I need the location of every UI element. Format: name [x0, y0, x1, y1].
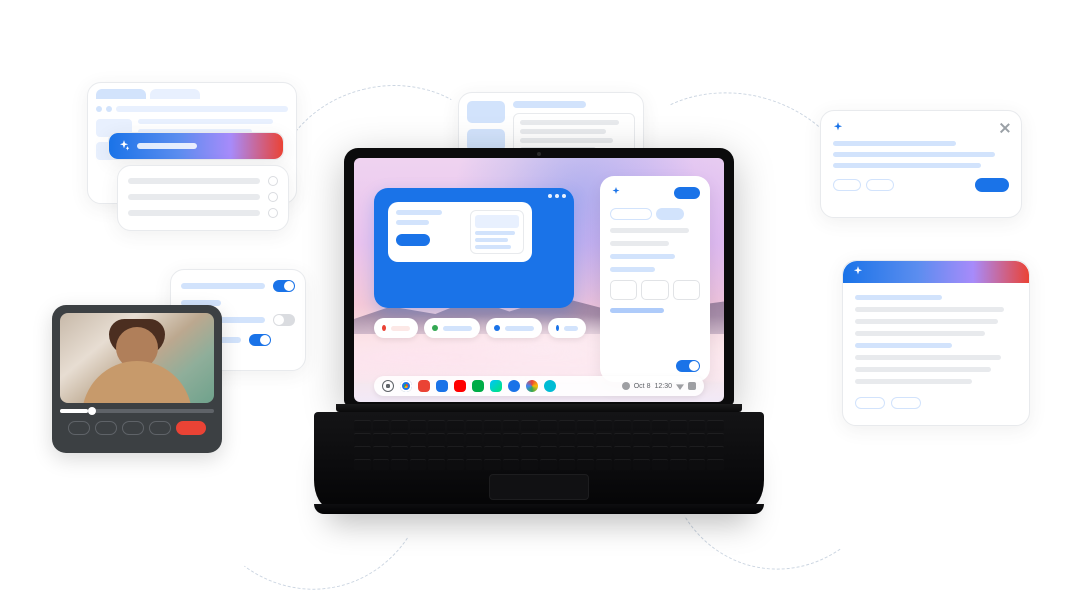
onscreen-app-window[interactable]: [374, 188, 574, 308]
panel-chip[interactable]: [656, 208, 684, 220]
toggle-label: [181, 283, 265, 289]
sparkle-icon: [610, 186, 624, 200]
toggle-switch[interactable]: [273, 280, 295, 292]
taskbar-app-launcher[interactable]: [382, 380, 394, 392]
sparkle-icon: [117, 139, 131, 153]
system-tray[interactable]: Oct 8 12:30: [622, 382, 696, 390]
toggle-switch[interactable]: [273, 314, 295, 326]
detail-chip[interactable]: [891, 397, 921, 409]
taskbar-app-meet[interactable]: [472, 380, 484, 392]
browser-address-bar[interactable]: [96, 105, 288, 113]
ai-detail-card: [842, 260, 1030, 426]
option-label: [128, 194, 260, 200]
laptop-screen: Oct 8 12:30: [354, 158, 724, 402]
taskbar-app-chrome[interactable]: [400, 380, 412, 392]
taskbar-app-play[interactable]: [490, 380, 502, 392]
taskbar-app-youtube[interactable]: [454, 380, 466, 392]
tray-date: Oct 8: [634, 383, 651, 390]
onscreen-suggestion-row: [374, 318, 586, 338]
taskbar-apps: [382, 380, 556, 392]
video-progress-bar[interactable]: [60, 409, 214, 413]
sparkle-icon: [851, 265, 865, 279]
options-card: [117, 165, 289, 231]
laptop-keyboard: [354, 420, 724, 470]
suggestion-chip[interactable]: [424, 318, 480, 338]
browser-tabs: [94, 89, 290, 105]
page-thumbnail[interactable]: [467, 101, 505, 123]
settings-icon[interactable]: [622, 382, 630, 390]
ai-toast-text: [137, 143, 197, 149]
suggestion-cta-button[interactable]: [975, 178, 1009, 192]
panel-chip[interactable]: [610, 208, 652, 220]
mic-button[interactable]: [68, 421, 90, 435]
panel-card[interactable]: [641, 280, 668, 300]
end-call-button[interactable]: [176, 421, 206, 435]
toggle-switch[interactable]: [249, 334, 271, 346]
radio-option[interactable]: [268, 192, 278, 202]
laptop-trackpad: [489, 474, 589, 500]
browser-tab[interactable]: [150, 89, 200, 99]
sparkle-icon: [831, 121, 845, 135]
wifi-icon[interactable]: [676, 382, 684, 390]
ai-toast-banner[interactable]: [108, 132, 284, 160]
detail-chip[interactable]: [855, 397, 885, 409]
suggestion-chip[interactable]: [374, 318, 418, 338]
taskbar-app-gmail[interactable]: [418, 380, 430, 392]
taskbar-app-files[interactable]: [436, 380, 448, 392]
video-call-window: [52, 305, 222, 453]
window-controls[interactable]: [548, 194, 566, 198]
close-icon[interactable]: [999, 122, 1011, 134]
laptop-bezel: Oct 8 12:30: [344, 148, 734, 406]
onscreen-side-panel: [600, 176, 710, 382]
taskbar: Oct 8 12:30: [374, 376, 704, 396]
taskbar-app-camera[interactable]: [508, 380, 520, 392]
suggestion-chip[interactable]: [866, 179, 894, 191]
laptop: Oct 8 12:30: [314, 148, 764, 518]
panel-card[interactable]: [673, 280, 700, 300]
option-label: [128, 178, 260, 184]
taskbar-app-messages[interactable]: [544, 380, 556, 392]
panel-card[interactable]: [610, 280, 637, 300]
option-label: [128, 210, 260, 216]
primary-action-button[interactable]: [396, 234, 430, 246]
panel-primary-pill[interactable]: [674, 187, 700, 199]
browser-tab[interactable]: [96, 89, 146, 99]
battery-icon[interactable]: [688, 382, 696, 390]
captions-button[interactable]: [122, 421, 144, 435]
suggestion-chip[interactable]: [548, 318, 586, 338]
tray-time: 12:30: [654, 383, 672, 390]
laptop-hinge: [336, 404, 742, 412]
onscreen-app-inner: [388, 202, 532, 262]
suggestion-chip[interactable]: [833, 179, 861, 191]
ai-suggestion-card: [820, 110, 1022, 218]
video-call-feed: [60, 313, 214, 403]
camera-button[interactable]: [95, 421, 117, 435]
taskbar-app-photos[interactable]: [526, 380, 538, 392]
suggestion-chip[interactable]: [486, 318, 542, 338]
panel-toggle[interactable]: [676, 360, 700, 372]
doc-title-line: [513, 101, 586, 108]
share-button[interactable]: [149, 421, 171, 435]
radio-option[interactable]: [268, 208, 278, 218]
radio-option[interactable]: [268, 176, 278, 186]
webcam-icon: [537, 152, 541, 156]
laptop-front-lip: [314, 504, 764, 514]
